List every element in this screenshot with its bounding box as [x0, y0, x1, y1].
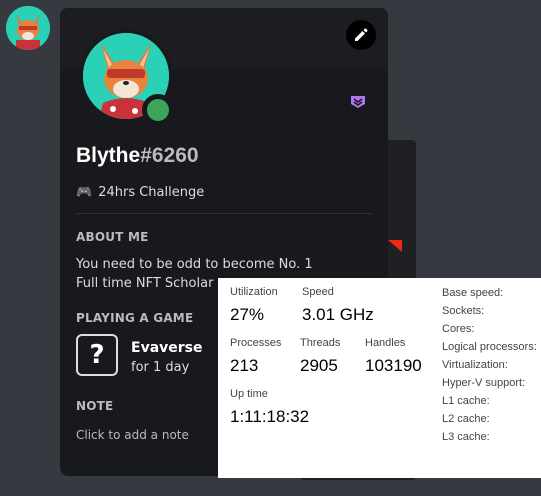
detail-label: L1 cache:	[442, 395, 490, 407]
username-name: Blythe	[76, 144, 141, 167]
detail-label: Sockets:	[442, 305, 485, 317]
detail-label: Hyper-V support:	[442, 377, 526, 389]
background-accent	[388, 240, 402, 252]
uptime-label: Up time	[230, 388, 268, 400]
detail-label: Cores:	[442, 323, 475, 335]
speed-value: 3.01 GHz	[302, 305, 374, 324]
utilization-value: 27%	[230, 305, 265, 324]
online-status-indicator	[142, 94, 174, 126]
note-input[interactable]: Click to add a note	[76, 428, 189, 442]
unknown-game-icon: ?	[76, 334, 118, 376]
handles-value: 103190	[365, 356, 422, 375]
game-name: Evaverse	[131, 340, 203, 356]
note-title: NOTE	[76, 399, 114, 413]
cpu-details-list: Base speed: Sockets: Cores: Logical proc…	[442, 284, 537, 446]
divider	[76, 213, 372, 214]
threads-value: 2905	[300, 356, 338, 375]
processes-value: 213	[230, 356, 259, 375]
username[interactable]: Blythe#6260	[76, 144, 199, 168]
fox-avatar-icon	[6, 6, 50, 50]
detail-label: Logical processors:	[442, 341, 537, 353]
nitro-badge-icon	[351, 96, 365, 108]
game-elapsed-time: for 1 day	[131, 360, 190, 375]
speed-label: Speed	[302, 286, 334, 298]
uptime-value: 1:11:18:32	[230, 407, 310, 426]
handles-label: Handles	[365, 337, 406, 349]
pencil-icon	[355, 28, 368, 41]
detail-label: L3 cache:	[442, 431, 490, 443]
detail-label: L2 cache:	[442, 413, 490, 425]
detail-label: Base speed:	[442, 287, 504, 299]
custom-status-text: 24hrs Challenge	[98, 185, 205, 200]
username-discriminator: #6260	[140, 144, 199, 167]
utilization-label: Utilization	[230, 286, 278, 298]
gamepad-icon: 🎮	[76, 185, 93, 200]
about-me-title: ABOUT ME	[76, 230, 149, 244]
processes-label: Processes	[230, 337, 282, 349]
threads-label: Threads	[300, 337, 341, 349]
activity-title: PLAYING A GAME	[76, 311, 194, 325]
sidebar-avatar[interactable]	[6, 6, 50, 50]
custom-status: 🎮 24hrs Challenge	[76, 185, 204, 200]
nitro-badge[interactable]	[350, 94, 366, 113]
edit-profile-button[interactable]	[346, 20, 376, 50]
task-manager-cpu-panel: Utilization 27% Speed 3.01 GHz Processes…	[218, 278, 541, 478]
detail-label: Virtualization:	[442, 359, 508, 371]
about-me-line: You need to be odd to become No. 1	[76, 257, 313, 272]
